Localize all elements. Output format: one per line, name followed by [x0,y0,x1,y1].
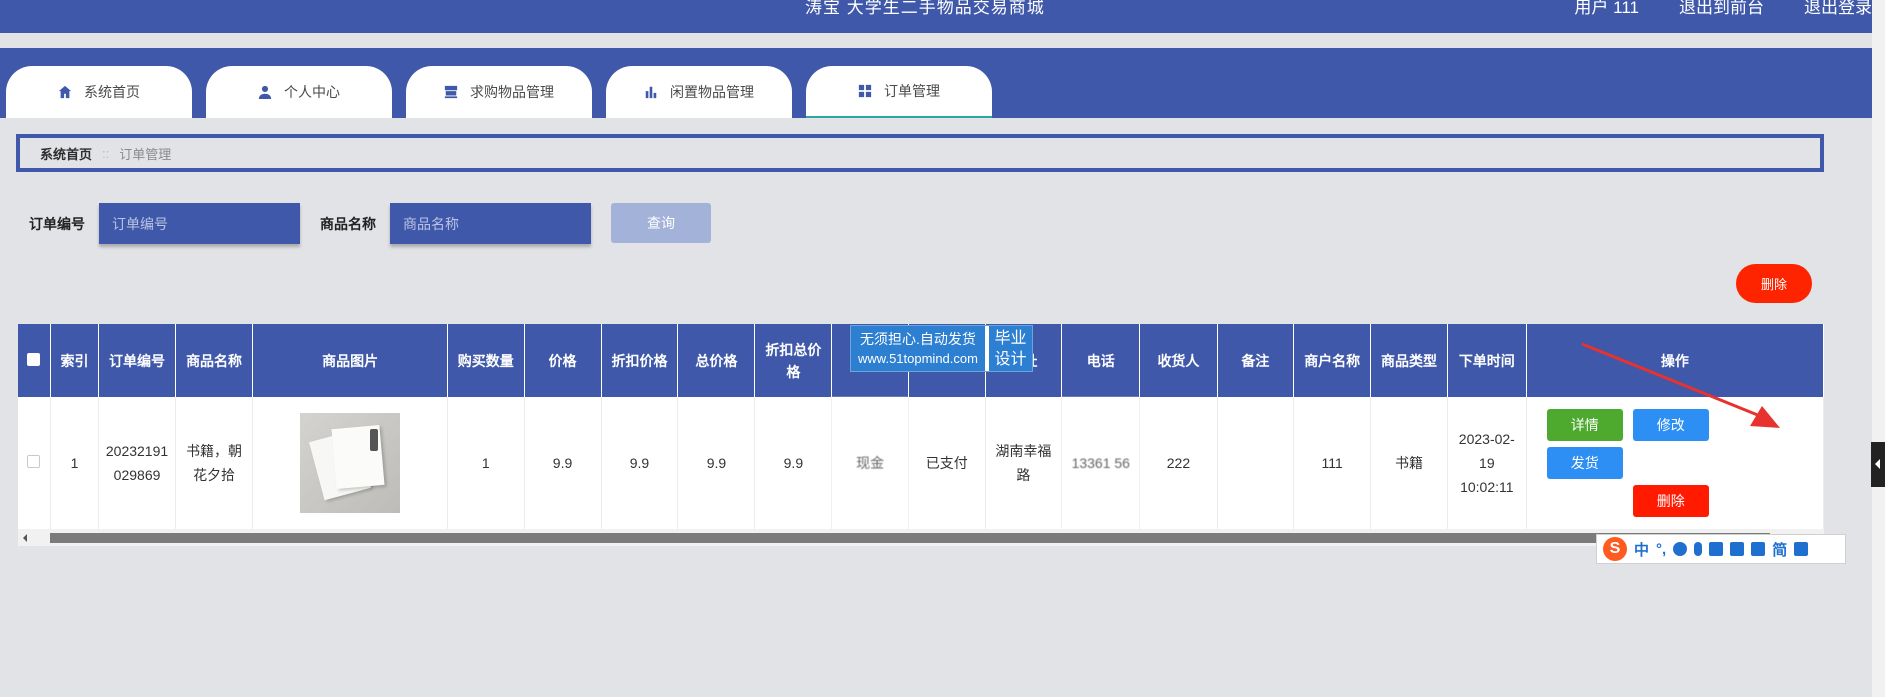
breadcrumb: 系统首页 :: 订单管理 [16,134,1824,172]
shop-icon [444,85,458,99]
tab-idle-items-label: 闲置物品管理 [670,84,754,100]
home-icon [58,85,72,99]
tab-order-management[interactable]: 订单管理 [806,66,992,118]
current-user-label: 用户 111 [1574,0,1639,17]
tab-wanted-items-label: 求购物品管理 [470,84,554,100]
ime-punct[interactable]: °, [1656,541,1666,558]
delete-button[interactable]: 删除 [1632,485,1709,517]
tab-idle-items[interactable]: 闲置物品管理 [606,66,792,118]
tab-home[interactable]: 系统首页 [6,66,192,118]
cell-phone: 13361 56 [1061,397,1141,529]
cell-product-image [252,397,448,529]
logout-link[interactable]: 退出登录 [1804,0,1872,18]
cell-total-price: 9.9 [677,397,756,529]
bar-chart-icon [644,85,658,99]
cell-price: 9.9 [524,397,602,529]
order-no-input[interactable] [99,203,300,244]
table-horizontal-scrollbar[interactable] [18,529,1824,546]
tab-personal-center[interactable]: 个人中心 [206,66,392,118]
cell-pay-method: 现金 [831,397,909,529]
col-discount-total: 折扣总价格 [754,324,833,397]
col-product-name: 商品名称 [175,324,254,397]
grid-menu-icon[interactable] [1794,542,1809,556]
col-quantity: 购买数量 [447,324,525,397]
cell-merchant: 111 [1293,397,1372,529]
table-row: 1 20232191029869 书籍，朝花夕拾 1 9.9 9.9 9.9 9… [18,397,1824,529]
watermark-left: 无须担心.自动发货 www.51topmind.com [851,326,985,371]
col-order-no: 订单编号 [98,324,176,397]
tab-personal-center-label: 个人中心 [284,84,340,100]
ime-mode[interactable]: 中 [1634,539,1649,560]
scrollbar-thumb[interactable] [50,533,1770,543]
watermark-badge: 无须担心.自动发货 www.51topmind.com 毕业 设计 [850,325,1033,372]
batch-delete-button[interactable]: 删除 [1736,264,1812,303]
ship-button[interactable]: 发货 [1546,447,1623,479]
watermark-right: 毕业 设计 [987,326,1032,371]
site-title: 涛宝 大学生二手物品交易商城 [805,0,1045,17]
cell-discount-total: 9.9 [754,397,833,529]
watermark-right2: 设计 [994,351,1027,368]
cell-category: 书籍 [1370,397,1448,529]
cell-receiver: 222 [1139,397,1218,529]
select-all-checkbox[interactable] [27,352,41,366]
microphone-icon[interactable] [1694,542,1703,556]
query-button[interactable]: 查询 [611,203,711,243]
top-header: 涛宝 大学生二手物品交易商城 用户 111 退出到前台 退出登录 [0,0,1872,33]
breadcrumb-home[interactable]: 系统首页 [40,144,92,163]
breadcrumb-separator: :: [102,145,110,161]
cell-order-no: 20232191029869 [98,397,176,529]
tab-order-management-label: 订单管理 [884,83,940,99]
watermark-line1: 无须担心.自动发货 [860,331,976,347]
tab-wanted-items[interactable]: 求购物品管理 [406,66,592,118]
col-index: 索引 [50,324,100,397]
col-merchant: 商户名称 [1293,324,1372,397]
cell-discount-price: 9.9 [601,397,679,529]
col-order-time: 下单时间 [1447,324,1527,397]
row-select-cell [18,397,51,529]
col-product-image: 商品图片 [252,324,448,397]
col-price: 价格 [524,324,602,397]
col-total-price: 总价格 [677,324,756,397]
scroll-left-icon[interactable] [23,534,27,542]
col-receiver: 收货人 [1139,324,1218,397]
cell-quantity: 1 [447,397,525,529]
product-name-label: 商品名称 [320,216,376,232]
cell-product-name: 书籍，朝花夕拾 [175,397,254,529]
shirt-icon[interactable] [1751,542,1766,556]
col-discount-price: 折扣价格 [601,324,679,397]
cell-index: 1 [50,397,100,529]
cell-status: 已支付 [908,397,986,529]
col-category: 商品类型 [1370,324,1448,397]
ime-simplified[interactable]: 简 [1772,539,1787,560]
watermark-url: www.51topmind.com [858,351,978,366]
select-all-header [18,324,51,397]
watermark-right1: 毕业 [994,330,1027,347]
tab-home-label: 系统首页 [84,84,140,100]
breadcrumb-current: 订单管理 [119,146,172,162]
page-scrollbar[interactable] [1872,0,1885,697]
product-name-input[interactable] [390,203,591,244]
cell-remark [1217,397,1295,529]
annotation-arrow [1581,342,1780,428]
ime-toolbar: S 中 °, 简 [1596,534,1846,564]
product-image[interactable] [300,413,401,513]
collapse-handle[interactable] [1871,442,1885,487]
keyboard-icon[interactable] [1709,542,1724,556]
col-phone: 电话 [1061,324,1141,397]
sogou-logo-icon[interactable]: S [1603,537,1627,561]
user-icon [258,85,272,99]
grid-icon [858,84,872,98]
order-no-label: 订单编号 [29,216,85,232]
user-group-icon[interactable] [1730,542,1745,556]
pen-shape [370,429,379,451]
col-remark: 备注 [1217,324,1295,397]
cell-address: 湖南幸福路 [985,397,1063,529]
cell-order-time: 2023-02-19 10:02:11 [1447,397,1527,529]
header-links: 用户 111 退出到前台 退出登录 [1574,0,1872,18]
row-checkbox[interactable] [27,455,41,468]
back-to-front-link[interactable]: 退出到前台 [1679,0,1764,18]
emoji-icon[interactable] [1673,542,1688,556]
